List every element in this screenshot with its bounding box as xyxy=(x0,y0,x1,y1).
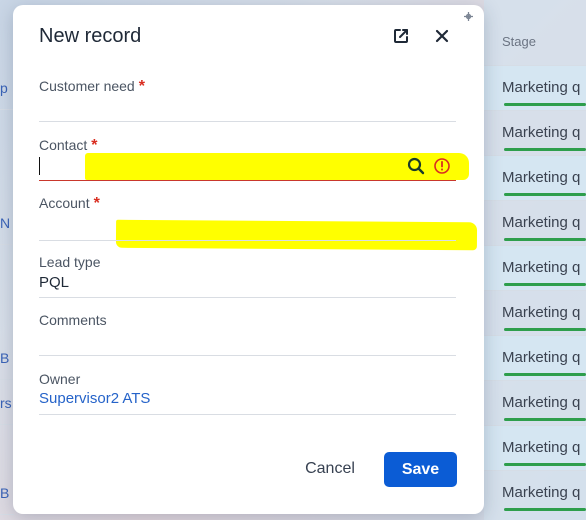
stage-cell: Marketing q xyxy=(502,394,581,411)
background-fragment: N xyxy=(0,215,11,231)
table-row[interactable]: Marketing q xyxy=(484,335,586,380)
background-fragment: p xyxy=(0,80,8,96)
table-row[interactable]: Marketing q xyxy=(484,380,586,425)
stage-progress-bar xyxy=(504,283,586,286)
stage-progress-bar xyxy=(504,418,586,421)
stage-cell: Marketing q xyxy=(502,79,581,96)
redaction-highlight xyxy=(115,219,478,251)
field-underline xyxy=(39,121,456,122)
gear-icon[interactable] xyxy=(464,12,473,24)
stage-progress-bar xyxy=(504,328,586,331)
contact-field[interactable]: Contact * xyxy=(39,137,469,185)
table-row[interactable]: Marketing q xyxy=(484,65,586,110)
table-row[interactable]: Marketing q xyxy=(484,290,586,335)
account-label: Account xyxy=(39,195,90,211)
stage-cell: Marketing q xyxy=(502,214,581,231)
owner-field[interactable]: Owner Supervisor2 ATS xyxy=(39,371,456,416)
account-field[interactable]: Account * xyxy=(39,195,478,251)
customer-need-field[interactable]: Customer need * xyxy=(39,78,456,123)
contact-label: Contact xyxy=(39,137,88,153)
field-underline xyxy=(39,414,456,415)
search-icon[interactable] xyxy=(407,157,425,175)
lead-type-label: Lead type xyxy=(39,254,101,270)
stage-progress-bar xyxy=(504,508,586,511)
table-row[interactable]: Marketing q xyxy=(484,245,586,290)
background-left-list xyxy=(0,0,14,520)
background-fragment: B xyxy=(0,350,10,366)
table-row[interactable]: Marketing q xyxy=(484,425,586,470)
new-record-dialog: New record Customer need * Contact * Acc… xyxy=(13,5,484,514)
table-row[interactable]: Marketing q xyxy=(484,200,586,245)
stage-cell: Marketing q xyxy=(502,169,581,186)
dialog-title: New record xyxy=(39,25,142,47)
field-underline xyxy=(39,297,456,298)
background-fragment: rs xyxy=(0,395,12,411)
stage-progress-bar xyxy=(504,373,586,376)
stage-cell: Marketing q xyxy=(502,439,581,456)
stage-cell: Marketing q xyxy=(502,349,581,366)
comments-label: Comments xyxy=(39,312,107,328)
stage-cell: Marketing q xyxy=(502,484,581,501)
customer-need-label: Customer need xyxy=(39,78,135,94)
save-button[interactable]: Save xyxy=(384,452,457,487)
text-cursor xyxy=(39,157,40,175)
field-underline-error xyxy=(39,180,456,181)
table-row[interactable]: Marketing q xyxy=(484,470,586,515)
stage-progress-bar xyxy=(504,193,586,196)
stage-cell: Marketing q xyxy=(502,124,581,141)
stage-cell: Marketing q xyxy=(502,259,581,276)
lead-type-field[interactable]: Lead type PQL xyxy=(39,254,456,299)
comments-field[interactable]: Comments xyxy=(39,312,456,357)
cancel-button[interactable]: Cancel xyxy=(293,452,367,486)
table-row[interactable]: Marketing q xyxy=(484,110,586,155)
stage-progress-bar xyxy=(504,103,586,106)
field-underline xyxy=(39,240,456,241)
open-in-new-window-icon[interactable] xyxy=(392,27,412,47)
required-marker: * xyxy=(138,78,145,95)
stage-column-header: Stage xyxy=(502,34,536,49)
owner-link[interactable]: Supervisor2 ATS xyxy=(39,390,150,407)
stage-progress-bar xyxy=(504,463,586,466)
stage-progress-bar xyxy=(504,238,586,241)
required-marker: * xyxy=(91,137,98,154)
info-icon[interactable] xyxy=(433,157,451,175)
background-fragment: B xyxy=(0,485,10,501)
stage-progress-bar xyxy=(504,148,586,151)
owner-label: Owner xyxy=(39,371,81,387)
field-underline xyxy=(39,355,456,356)
required-marker: * xyxy=(93,195,100,212)
table-row[interactable]: Marketing q xyxy=(484,155,586,200)
lead-type-value[interactable]: PQL xyxy=(39,274,69,291)
stage-cell: Marketing q xyxy=(502,304,581,321)
close-icon[interactable] xyxy=(433,27,453,47)
